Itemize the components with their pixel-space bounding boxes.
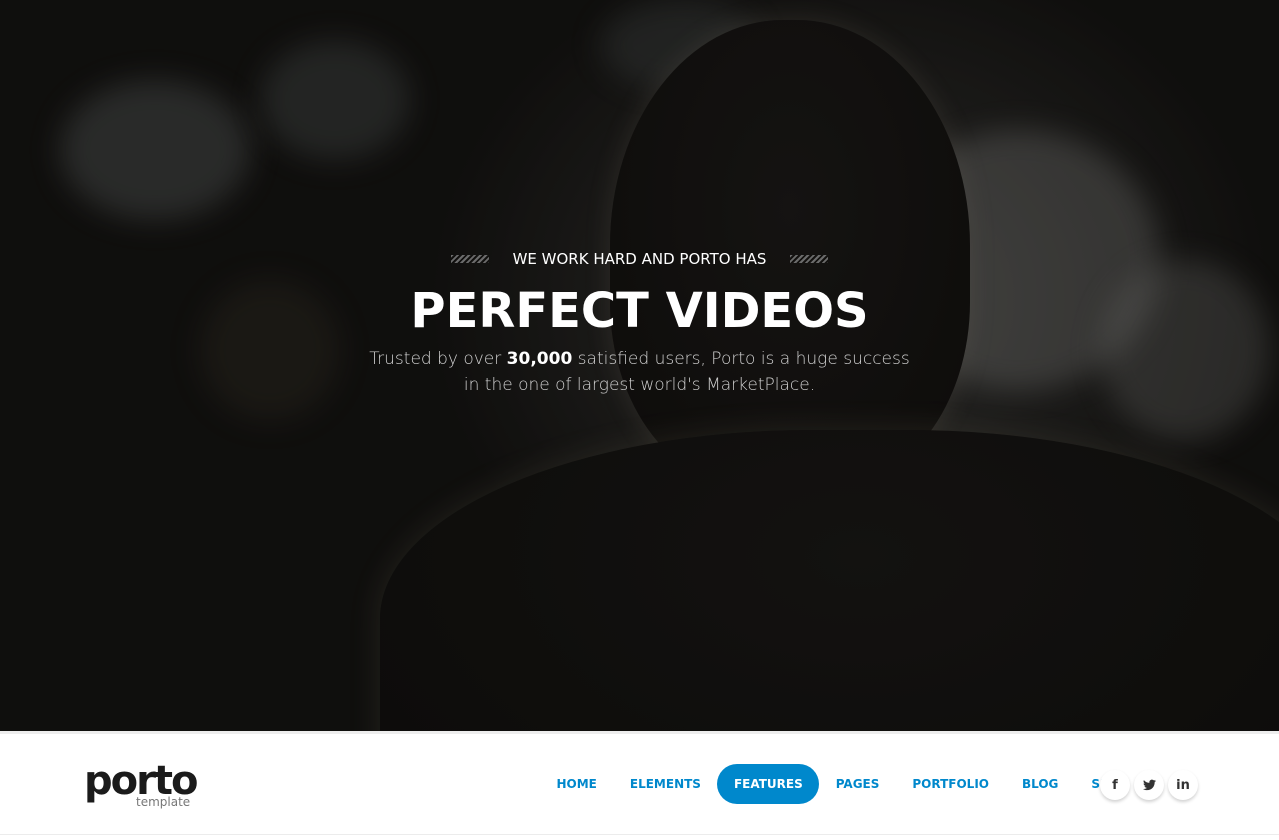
hero-kicker-row: WE WORK HARD AND PORTO HAS [0, 246, 1279, 272]
logo-subtitle: template [136, 795, 191, 809]
kicker-decoration-left [450, 255, 489, 263]
facebook-icon[interactable]: f [1100, 770, 1130, 800]
nav-item-pages[interactable]: PAGES [819, 764, 896, 804]
twitter-bird-icon [1142, 779, 1156, 791]
hero-title: PERFECT VIDEOS [410, 283, 869, 339]
hero-section: WE WORK HARD AND PORTO HAS PERFECT VIDEO… [0, 0, 1279, 731]
nav-item-home[interactable]: HOME [540, 764, 613, 804]
social-links: f in [1100, 770, 1198, 800]
hero-description: Trusted by over 30,000 satisfied users, … [360, 346, 920, 398]
hero-description-highlight: 30,000 [506, 349, 573, 370]
kicker-decoration-right [790, 255, 829, 263]
nav-item-features[interactable]: FEATURES [717, 764, 820, 804]
hero-kicker: WE WORK HARD AND PORTO HAS [512, 250, 767, 268]
main-nav: HOME ELEMENTS FEATURES PAGES PORTFOLIO B… [540, 764, 1146, 804]
linkedin-icon[interactable]: in [1168, 770, 1198, 800]
porto-logo[interactable]: porto template [84, 760, 198, 814]
nav-item-elements[interactable]: ELEMENTS [613, 764, 717, 804]
hero-content: WE WORK HARD AND PORTO HAS PERFECT VIDEO… [0, 246, 1279, 398]
hero-description-start: Trusted by over [369, 349, 507, 370]
nav-item-portfolio[interactable]: PORTFOLIO [896, 764, 1006, 804]
twitter-icon[interactable] [1134, 770, 1164, 800]
nav-item-blog[interactable]: BLOG [1005, 764, 1074, 804]
main-navbar: porto template HOME ELEMENTS FEATURES PA… [0, 731, 1279, 835]
